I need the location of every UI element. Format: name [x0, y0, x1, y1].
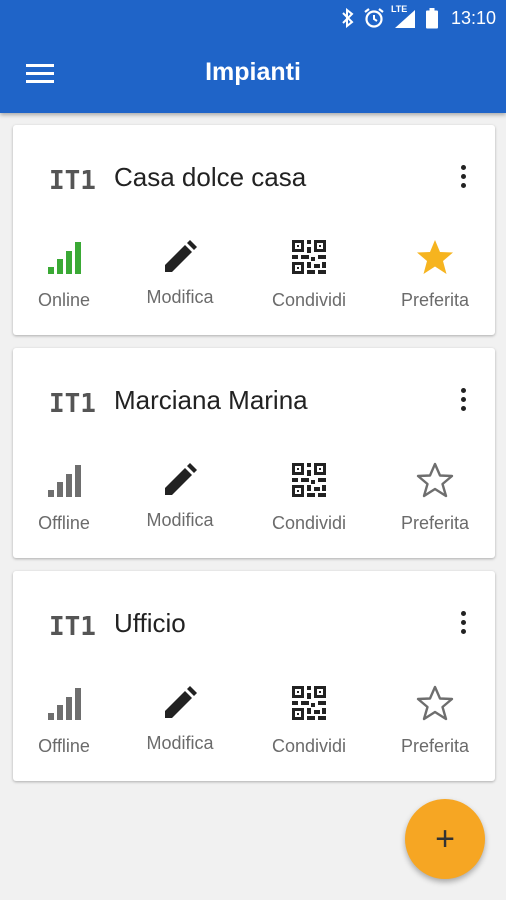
share-label: Condividi	[271, 736, 347, 756]
share-button[interactable]: Condividi	[251, 456, 367, 542]
signal-icon: LTE	[390, 4, 417, 29]
edit-button[interactable]: Modifica	[122, 679, 238, 765]
plant-name[interactable]: Ufficio	[114, 608, 186, 639]
plant-logo: IT1	[49, 389, 96, 419]
toolbar: Impianti	[0, 36, 506, 113]
star-outline-icon	[377, 460, 493, 500]
pencil-icon	[122, 460, 238, 500]
status-offline-button[interactable]: Offline	[6, 456, 122, 542]
app-bar: LTE 13:10 Impianti	[0, 0, 506, 113]
share-button[interactable]: Condividi	[251, 233, 367, 319]
status-bar: LTE 13:10	[0, 0, 506, 36]
edit-button[interactable]: Modifica	[122, 456, 238, 542]
edit-button[interactable]: Modifica	[122, 233, 238, 319]
plant-card: IT1 Casa dolce casa Online Modifica Cond…	[13, 125, 495, 335]
status-online-button[interactable]: Online	[6, 233, 122, 319]
share-label: Condividi	[271, 290, 347, 310]
favorite-button[interactable]: Preferita	[377, 456, 493, 542]
status-label: Offline	[38, 736, 90, 756]
qr-code-icon	[251, 237, 367, 277]
plant-card: IT1 Ufficio Offline Modifica Condividi P…	[13, 571, 495, 781]
share-button[interactable]: Condividi	[251, 679, 367, 765]
pencil-icon	[122, 683, 238, 723]
plant-name[interactable]: Marciana Marina	[114, 385, 308, 416]
favorite-label: Preferita	[400, 513, 470, 533]
edit-label: Modifica	[146, 510, 214, 530]
more-options-icon[interactable]	[454, 386, 474, 414]
battery-icon	[425, 7, 439, 29]
plant-logo: IT1	[49, 166, 96, 196]
more-options-icon[interactable]	[454, 609, 474, 637]
favorite-label: Preferita	[400, 736, 470, 756]
status-time: 13:10	[450, 7, 496, 28]
page-title: Impianti	[205, 58, 301, 86]
more-options-icon[interactable]	[454, 163, 474, 191]
star-filled-icon	[377, 237, 493, 277]
favorite-button[interactable]: Preferita	[377, 679, 493, 765]
add-icon: +	[435, 820, 455, 858]
status-label: Online	[37, 290, 91, 310]
edit-label: Modifica	[146, 287, 214, 307]
pencil-icon	[122, 237, 238, 277]
plant-name[interactable]: Casa dolce casa	[114, 162, 306, 193]
star-outline-icon	[377, 683, 493, 723]
status-label: Offline	[38, 513, 90, 533]
network-label: LTE	[390, 4, 408, 14]
plant-logo: IT1	[49, 612, 96, 642]
share-label: Condividi	[271, 513, 347, 533]
favorite-button[interactable]: Preferita	[377, 233, 493, 319]
alarm-icon	[363, 7, 385, 29]
add-plant-button[interactable]: +	[405, 799, 485, 879]
plant-card: IT1 Marciana Marina Offline Modifica Con…	[13, 348, 495, 558]
status-offline-button[interactable]: Offline	[6, 679, 122, 765]
signal-offline-icon	[6, 683, 122, 723]
bluetooth-icon	[341, 8, 355, 28]
qr-code-icon	[251, 460, 367, 500]
favorite-label: Preferita	[400, 290, 470, 310]
signal-offline-icon	[6, 460, 122, 500]
signal-online-icon	[6, 237, 122, 277]
qr-code-icon	[251, 683, 367, 723]
edit-label: Modifica	[146, 733, 214, 753]
